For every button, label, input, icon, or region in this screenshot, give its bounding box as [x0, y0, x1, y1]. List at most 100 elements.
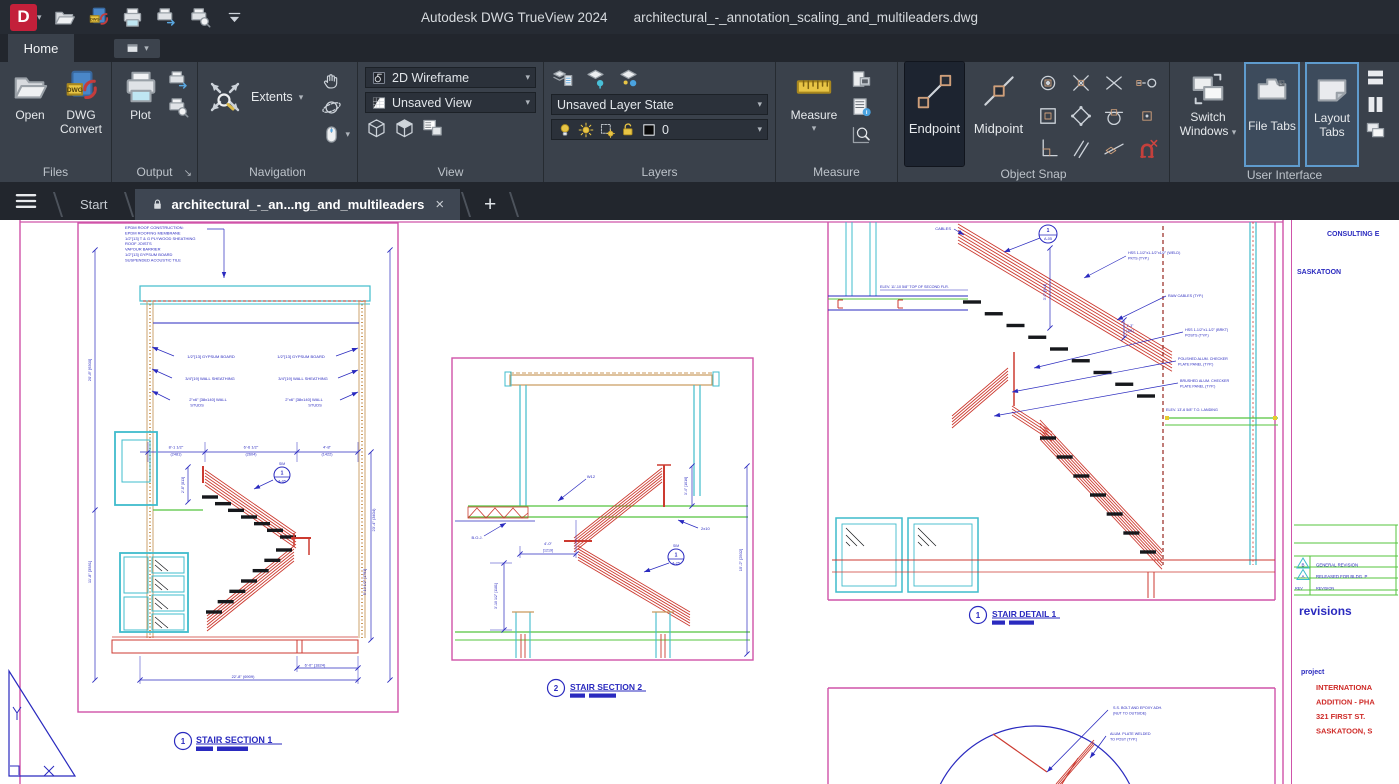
annotation-text: A — [1301, 574, 1304, 579]
zoom-extents-button[interactable]: Extents ▾ — [205, 67, 303, 117]
annotation-text: CABLES — [935, 226, 951, 231]
layer-state-combo[interactable]: Unsaved Layer State ▾ — [551, 94, 768, 115]
osnap-intersection-icon[interactable] — [1069, 71, 1093, 95]
annotation-text: 8'-1 1/2" — [169, 445, 184, 450]
layer-combo[interactable]: 0 ▾ — [551, 119, 768, 140]
tile-vertically-icon[interactable] — [1364, 93, 1387, 116]
annotation-text: EPDM ROOF CONSTRUCTION: — [125, 225, 184, 230]
menu-button[interactable] — [0, 182, 52, 220]
view-manager-icon[interactable] — [421, 117, 444, 140]
osnap-midpoint-button[interactable]: Midpoint — [969, 62, 1028, 166]
osnap-node-icon[interactable] — [1135, 104, 1159, 128]
preview-icon[interactable] — [167, 96, 190, 119]
osnap-off-icon[interactable] — [1135, 137, 1159, 161]
annotation-text: 1 — [976, 611, 981, 620]
osnap-tangent-icon[interactable] — [1102, 104, 1126, 128]
osnap-nearest-icon[interactable] — [1102, 137, 1126, 161]
dwg-convert-icon[interactable]: DWG — [87, 6, 110, 29]
annotation-text: GENERAL REVISION — [1316, 563, 1358, 568]
annotation-text: SUSPENDED ACOUSTIC TILE — [125, 257, 181, 262]
switch-windows-button[interactable]: SwitchWindows ▾ — [1177, 62, 1239, 140]
annotation-text: (2481) — [171, 453, 183, 457]
file-tabs-icon — [1253, 70, 1291, 108]
open-icon[interactable] — [53, 6, 76, 29]
plot-icon[interactable] — [121, 6, 144, 29]
named-view-combo[interactable]: Unsaved View ▾ — [365, 92, 536, 113]
layout-tabs-button[interactable]: LayoutTabs — [1305, 62, 1359, 167]
batch-plot-icon[interactable] — [167, 69, 190, 92]
osnap-insertion-icon[interactable] — [1036, 104, 1060, 128]
close-tab-icon[interactable]: × — [435, 196, 444, 213]
new-tab-button[interactable]: + — [472, 189, 508, 220]
annotation-text: STAIR DETAIL 1 — [992, 609, 1057, 619]
annotation-text: 3/4"[19] WALL SHEATHING — [278, 376, 328, 381]
annotation-text: INTERNATIONA — [1316, 683, 1373, 692]
quick-access-toolbar: D ▾ DWG — [0, 4, 246, 31]
annotation-text: REV — [1295, 587, 1303, 591]
osnap-quadrant-icon[interactable] — [1069, 104, 1093, 128]
cascade-icon[interactable] — [1364, 120, 1387, 143]
layer-isolate-icon[interactable] — [584, 67, 607, 90]
visual-style-combo[interactable]: 2D Wireframe ▾ — [365, 67, 536, 88]
app-title: Autodesk DWG TrueView 2024 — [421, 10, 608, 25]
annotation-text: 1 — [281, 471, 284, 477]
cube-wireframe-icon[interactable] — [365, 117, 388, 140]
layer-thaw-icon — [578, 122, 594, 138]
cube-shaded-icon[interactable] — [393, 117, 416, 140]
drawing-canvas[interactable]: CONSULTING ESASKATOONBGENERAL REVISIONAR… — [0, 220, 1399, 784]
tab-drawing-file[interactable]: architectural_-_an...ng_and_multileaders… — [135, 189, 460, 220]
lock-icon — [151, 198, 164, 211]
layer-unisolate-icon[interactable] — [617, 67, 640, 90]
osnap-endpoint-button[interactable]: Endpoint — [905, 62, 964, 166]
annotation-text: PLATE PANEL (TYP.) — [1180, 385, 1215, 389]
orbit-icon[interactable] — [320, 96, 343, 119]
osnap-center-icon[interactable] — [1036, 71, 1060, 95]
chevron-down-icon: ▾ — [812, 123, 817, 134]
annotation-text: ALUM. PLATE WELDED — [1110, 732, 1151, 736]
ribbon-tab-home[interactable]: Home — [8, 34, 74, 62]
osnap-parallel-icon[interactable] — [1069, 137, 1093, 161]
tab-start[interactable]: Start — [64, 189, 123, 220]
plot-button[interactable]: Plot — [119, 67, 162, 124]
annotation-text: BRUSHED ALUM. CHECKER — [1180, 379, 1230, 383]
layer-properties-icon[interactable] — [551, 67, 574, 90]
panel-measure: Measure ▾ i Measure — [776, 62, 898, 182]
annotation-text: RELEASED FOR BLDG. P — [1316, 574, 1367, 579]
ribbon-display-toggle[interactable]: ▾ — [114, 39, 160, 58]
osnap-perpendicular-icon[interactable] — [1036, 137, 1060, 161]
file-tabs-button[interactable]: File Tabs — [1244, 62, 1300, 167]
quick-measure-icon[interactable] — [850, 123, 873, 146]
tab-separator — [460, 189, 472, 220]
annotation-text: PKTS (TYP.) — [1128, 257, 1149, 261]
file-tabs-label: File Tabs — [1248, 120, 1296, 134]
annotation-text: A-25 — [672, 562, 680, 566]
properties-list-icon[interactable]: i — [850, 96, 873, 119]
annotation-text: 1 — [675, 553, 678, 559]
preview-icon[interactable] — [189, 6, 212, 29]
chevron-down-icon: ▾ — [37, 12, 42, 23]
annotation-text: ELEV. 11'-10 5/8" TOP OF SECOND FLR. — [880, 285, 949, 289]
pan-icon[interactable] — [320, 69, 343, 92]
batch-plot-icon[interactable] — [155, 6, 178, 29]
annotation-text: B — [1301, 563, 1304, 568]
sheet-set-icon[interactable] — [850, 69, 873, 92]
osnap-extension-icon[interactable] — [1135, 71, 1159, 95]
app-menu-button[interactable]: D ▾ — [10, 4, 42, 31]
tile-horizontally-icon[interactable] — [1364, 66, 1387, 89]
steering-wheel-icon[interactable] — [320, 123, 343, 146]
annotation-text: PLATE PANEL (TYP.) — [1178, 363, 1213, 367]
osnap-apparent-intersection-icon[interactable] — [1102, 71, 1126, 95]
customize-toolbar-icon[interactable] — [223, 6, 246, 29]
hamburger-icon — [13, 188, 39, 214]
endpoint-icon — [914, 70, 956, 112]
measure-button[interactable]: Measure ▾ — [783, 67, 845, 135]
panel-label-measure: Measure — [776, 162, 897, 182]
dwg-convert-icon: DWG — [62, 68, 100, 106]
annotation-text: W12 — [587, 474, 596, 479]
dialog-launcher-icon[interactable]: ↘ — [184, 168, 192, 179]
dwg-convert-button[interactable]: DWG DWGConvert — [58, 67, 104, 137]
open-button[interactable]: Open — [7, 67, 53, 124]
annotation-text: 1'-3" — [1127, 324, 1135, 328]
svg-text:DWG: DWG — [67, 87, 83, 94]
annotation-text: STUDS — [190, 403, 204, 408]
